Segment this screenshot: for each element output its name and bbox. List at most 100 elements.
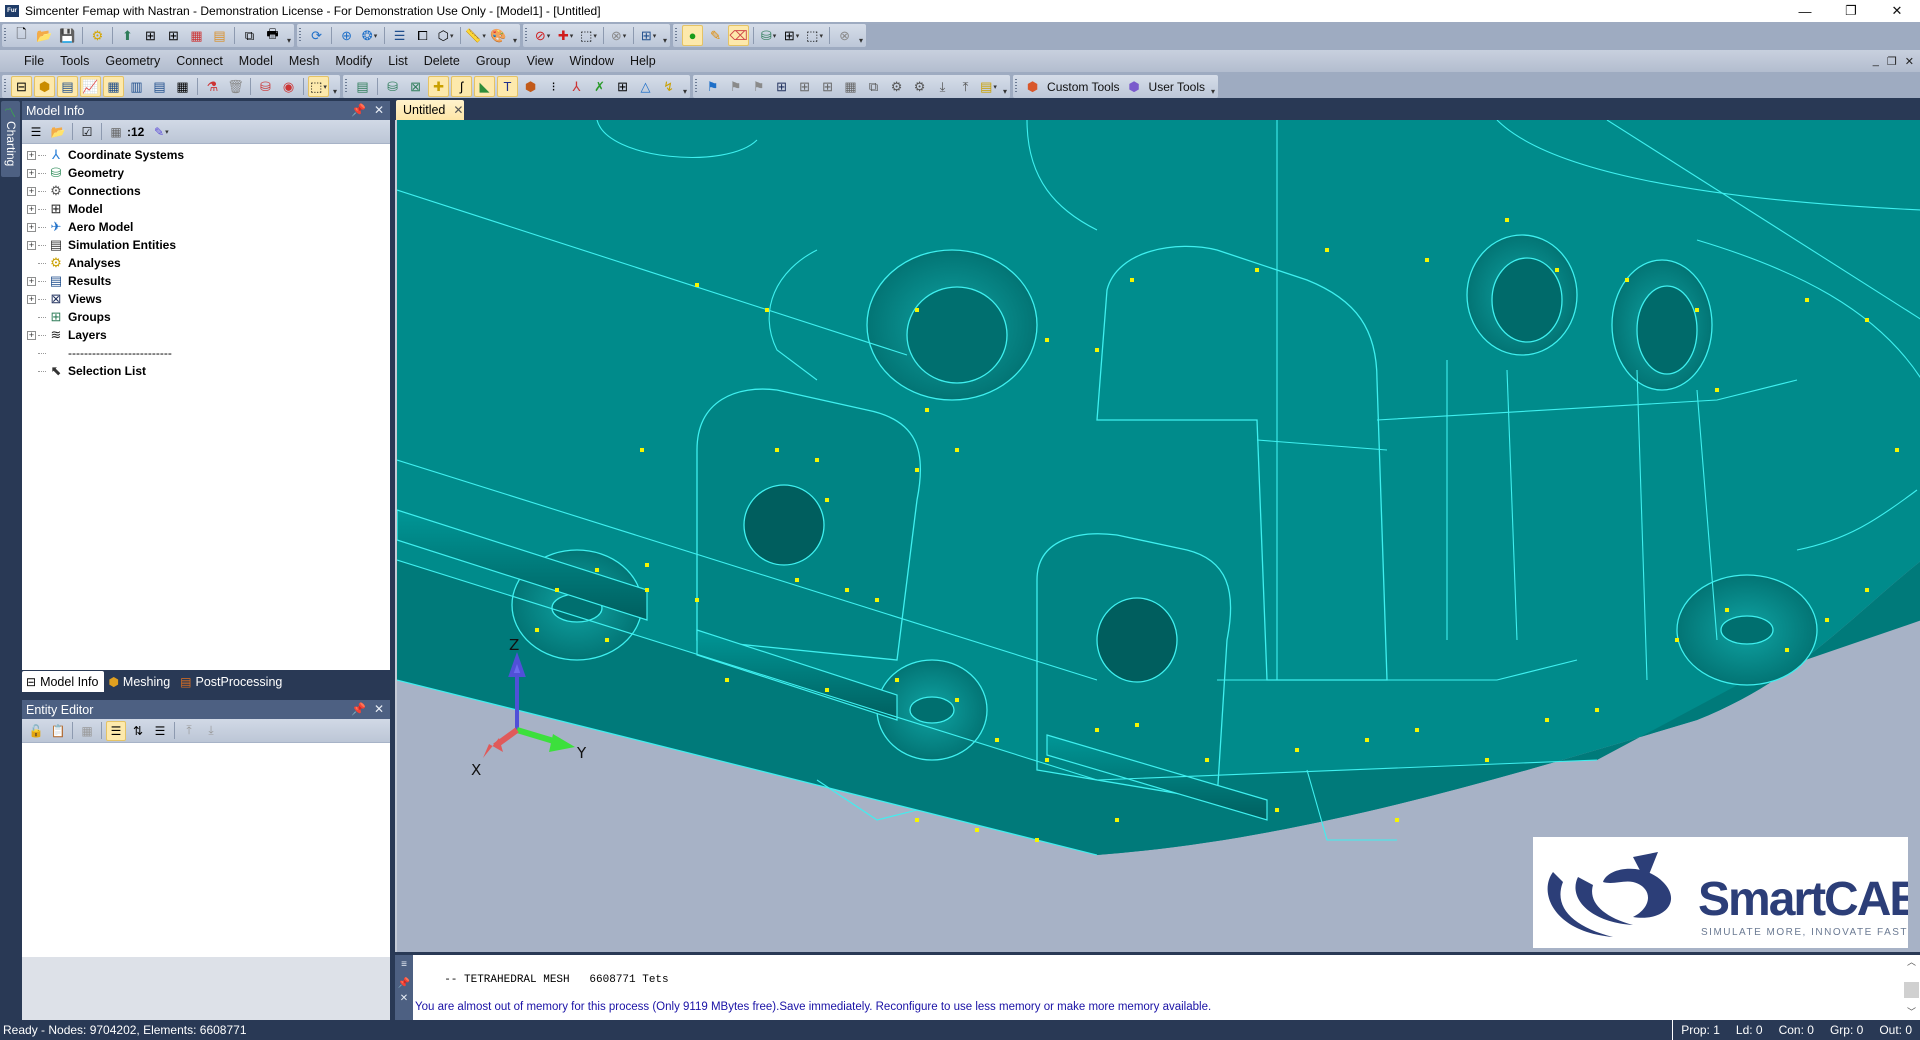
meshing-pane-icon[interactable]: ⬢ — [34, 76, 55, 97]
menu-list[interactable]: List — [380, 50, 415, 72]
node-visible-icon[interactable]: ⁝ — [543, 76, 564, 97]
expand-icon[interactable]: + — [27, 186, 36, 196]
download-icon[interactable]: ⤓ — [932, 76, 953, 97]
pin-icon[interactable]: 📌 — [351, 702, 366, 716]
point-visible-icon[interactable]: ✚ — [428, 76, 450, 97]
dynamic-icon[interactable]: ❂ ▾ — [359, 25, 380, 46]
curve-visible-icon[interactable]: ʃ — [451, 76, 473, 97]
expand-icon[interactable]: + — [27, 294, 36, 304]
tab-postprocessing[interactable]: ▤ PostProcessing — [176, 671, 288, 692]
add-select-icon[interactable]: ✚ ▾ — [555, 25, 576, 46]
upload-icon[interactable]: ⤒ — [955, 76, 976, 97]
expand-all-icon[interactable]: ☰ — [26, 122, 46, 142]
status-output[interactable]: Out: 0 — [1871, 1023, 1920, 1037]
menu-tools[interactable]: Tools — [52, 50, 97, 72]
cascade-icon[interactable]: ⧉ — [863, 76, 884, 97]
close-tab-icon[interactable]: ✕ — [453, 103, 463, 117]
tree-item-groups[interactable]: ⊞ Groups — [22, 308, 390, 326]
menu-geometry[interactable]: Geometry — [97, 50, 168, 72]
graphics-viewport[interactable]: Z Y X SmartCAE SIMULATE MORE, INNOVATE F… — [395, 120, 1920, 952]
postprocessing-pane-icon[interactable]: ▤ — [57, 76, 78, 97]
window-icon[interactable]: ⧠ — [412, 25, 433, 46]
minimize-button[interactable]: — — [1782, 0, 1828, 22]
zoom-icon[interactable]: ⊕ — [336, 25, 357, 46]
status-prop[interactable]: Prop: 1 — [1673, 1023, 1728, 1037]
constraint-visible-icon[interactable]: ✗ — [589, 76, 610, 97]
expand-icon[interactable]: + — [27, 150, 36, 160]
mesh-down-icon[interactable]: ⊞ — [163, 25, 184, 46]
print-icon[interactable]: 🖶 — [262, 25, 283, 46]
surface-visible-icon[interactable]: ◣ — [474, 76, 496, 97]
mdi-restore-button[interactable]: ❐ — [1887, 55, 1897, 68]
menu-model[interactable]: Model — [231, 50, 281, 72]
tree-item-views[interactable]: + ⊠ Views — [22, 290, 390, 308]
box-edit-icon[interactable]: ⬚ ▾ — [804, 25, 825, 46]
copy-icon[interactable]: ⧉ — [239, 25, 260, 46]
status-load[interactable]: Ld: 0 — [1728, 1023, 1771, 1037]
tab-untitled-view[interactable]: Untitled ✕ — [396, 100, 464, 120]
api-icon[interactable]: ⚗ — [202, 76, 223, 97]
scroll-down-icon[interactable]: ﹀ — [1903, 1005, 1920, 1018]
pencil-icon[interactable]: ✎ — [705, 25, 726, 46]
sort-az-icon[interactable]: ⇅ — [128, 721, 148, 741]
quad-view-icon[interactable]: ⊞ — [817, 76, 838, 97]
menu-file[interactable]: File — [16, 50, 52, 72]
solid-edit-icon[interactable]: ⛁ ▾ — [758, 25, 779, 46]
close-icon[interactable]: ✕ — [374, 103, 384, 117]
tab-meshing[interactable]: ⬢ Meshing — [104, 671, 176, 692]
expand-icon[interactable]: + — [27, 222, 36, 232]
pin-icon[interactable]: 📌 — [395, 978, 413, 989]
expand-icon[interactable]: + — [27, 204, 36, 214]
box-select-icon[interactable]: ⬚ ▾ — [578, 25, 599, 46]
tree-item-selection-list[interactable]: ⬉ Selection List — [22, 362, 390, 380]
single-view-icon[interactable]: ⊞ — [771, 76, 792, 97]
tree-item-coordinate-systems[interactable]: + ⅄ Coordinate Systems — [22, 146, 390, 164]
trash-icon[interactable]: 🗑 — [225, 76, 246, 97]
toolbar-overflow[interactable]: ▾ — [683, 87, 687, 98]
menu-group[interactable]: Group — [468, 50, 519, 72]
load-visible-icon[interactable]: ↯ — [658, 76, 679, 97]
notes-icon[interactable]: ▤ ▾ — [978, 76, 999, 97]
menu-view[interactable]: View — [519, 50, 562, 72]
messages-scrollbar[interactable]: ︿ ﹀ — [1903, 955, 1920, 1020]
tree-item-simulation-entities[interactable]: + ▤ Simulation Entities — [22, 236, 390, 254]
flag-icon[interactable]: ⚑ — [702, 76, 723, 97]
tree-item-model[interactable]: + ⊞ Model — [22, 200, 390, 218]
solid-visible-icon[interactable]: ⛁ — [382, 76, 403, 97]
user-tools-button[interactable]: User Tools — [1146, 80, 1208, 94]
status-constraint[interactable]: Con: 0 — [1771, 1023, 1822, 1037]
multi-view-icon[interactable]: ▦ — [840, 76, 861, 97]
categorized-icon[interactable]: ☰ — [106, 720, 126, 741]
highlighter-icon[interactable]: ✎ ▾ — [151, 122, 171, 142]
function-table-icon[interactable]: ▦ — [172, 76, 193, 97]
close-icon[interactable]: ✕ — [374, 702, 384, 716]
geometry-import-icon[interactable]: ⬆ — [117, 25, 138, 46]
toolbar-overflow[interactable]: ▾ — [1003, 87, 1007, 98]
folder-up-icon[interactable]: 📂 — [48, 122, 68, 142]
toolbar-overflow[interactable]: ▾ — [333, 87, 337, 98]
split-view-icon[interactable]: ⊞ — [794, 76, 815, 97]
meshing-toolbox-icon[interactable]: ⛁ — [255, 76, 276, 97]
open-folder-icon[interactable]: 📂 — [34, 25, 55, 46]
expand-icon[interactable]: + — [27, 240, 36, 250]
tree-item-layers[interactable]: + ≋ Layers — [22, 326, 390, 344]
settings-in-icon[interactable]: ⚙ — [886, 76, 907, 97]
scroll-up-icon[interactable]: ︿ — [1903, 955, 1920, 968]
triangle-visible-icon[interactable]: △ — [635, 76, 656, 97]
tree-item-connections[interactable]: + ⚙ Connections — [22, 182, 390, 200]
tree-item-results[interactable]: + ▤ Results — [22, 272, 390, 290]
close-button[interactable]: ✕ — [1874, 0, 1920, 22]
mdi-minimize-button[interactable]: _ — [1873, 55, 1879, 67]
node-edit-icon[interactable]: ● — [682, 25, 704, 46]
checkbox-list-icon[interactable]: ☑ — [77, 122, 97, 142]
gears-icon[interactable]: ⚙ — [87, 25, 108, 46]
eraser-icon[interactable]: ⌫ — [728, 25, 750, 46]
close-icon[interactable]: ✕ — [395, 993, 413, 1004]
palette-icon[interactable]: 🎨 — [488, 25, 509, 46]
entity-editor-pane-icon[interactable]: ▥ — [126, 76, 147, 97]
menu-mesh[interactable]: Mesh — [281, 50, 328, 72]
workplane-icon[interactable]: ⊞ ▾ — [638, 25, 659, 46]
pin-icon[interactable]: 📌 — [351, 103, 366, 117]
status-group[interactable]: Grp: 0 — [1822, 1023, 1871, 1037]
open-mesh-icon[interactable]: ▤ — [209, 25, 230, 46]
